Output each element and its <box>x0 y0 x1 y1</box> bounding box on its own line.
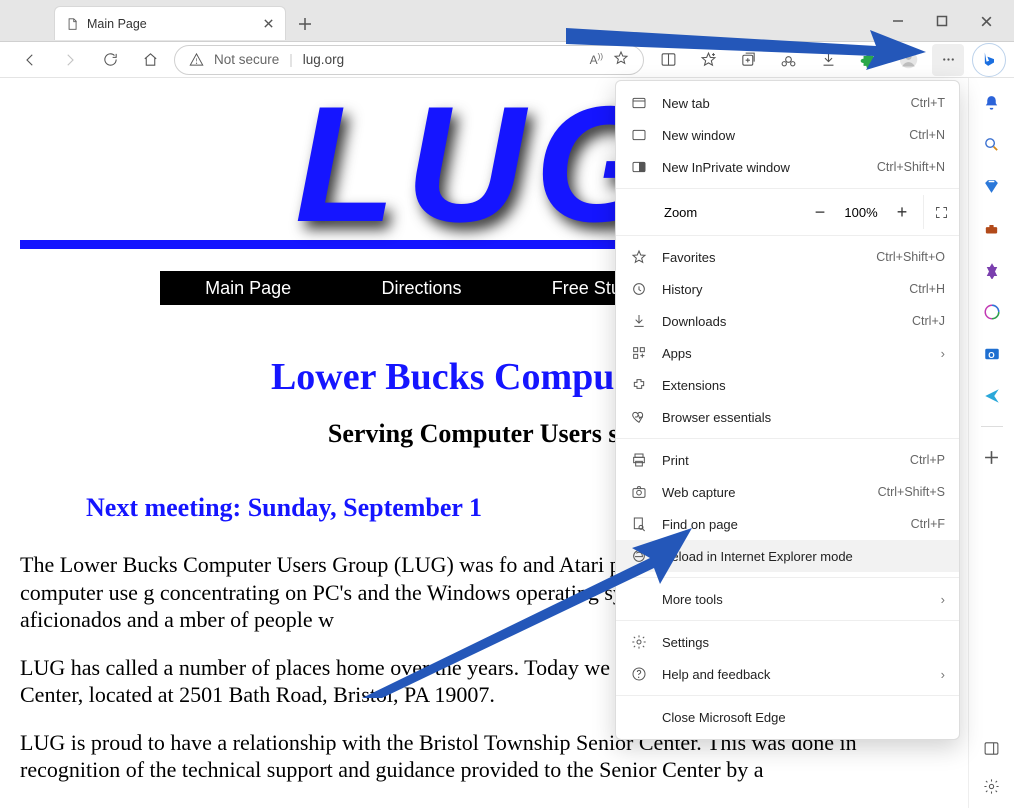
chevron-right-icon: › <box>941 592 945 607</box>
star-icon <box>630 248 648 266</box>
sidebar-item-send[interactable] <box>980 384 1004 408</box>
refresh-button[interactable] <box>94 44 126 76</box>
chevron-right-icon: › <box>941 667 945 682</box>
sidebar-item-shopping[interactable] <box>980 174 1004 198</box>
zoom-in-button[interactable]: + <box>885 195 919 229</box>
sidebar-item-office[interactable] <box>980 300 1004 324</box>
sidebar-item-tools[interactable] <box>980 216 1004 240</box>
new-tab-button[interactable] <box>292 11 318 37</box>
back-button[interactable] <box>14 44 46 76</box>
menu-close-edge[interactable]: Close Microsoft Edge <box>616 701 959 733</box>
history-icon <box>630 280 648 298</box>
menu-web-capture[interactable]: Web capture Ctrl+Shift+S <box>616 476 959 508</box>
more-menu-button[interactable] <box>932 44 964 76</box>
menu-new-window[interactable]: New window Ctrl+N <box>616 119 959 151</box>
menu-print[interactable]: Print Ctrl+P <box>616 444 959 476</box>
annotation-arrow-top <box>566 16 926 70</box>
annotation-arrow-bottom <box>362 528 692 698</box>
menu-zoom: Zoom − 100% + <box>616 194 959 230</box>
extensions-icon <box>630 376 648 394</box>
close-window-button[interactable] <box>964 6 1008 36</box>
new-window-icon <box>630 126 648 144</box>
inprivate-icon <box>630 158 648 176</box>
menu-history[interactable]: History Ctrl+H <box>616 273 959 305</box>
fullscreen-button[interactable] <box>923 195 959 229</box>
print-icon <box>630 451 648 469</box>
menu-new-tab[interactable]: New tab Ctrl+T <box>616 87 959 119</box>
zoom-out-button[interactable]: − <box>803 195 837 229</box>
sidebar-add-button[interactable] <box>980 445 1004 469</box>
menu-browser-essentials[interactable]: Browser essentials <box>616 401 959 433</box>
menu-extensions[interactable]: Extensions <box>616 369 959 401</box>
zoom-percent: 100% <box>837 205 885 220</box>
sidebar-item-search[interactable] <box>980 132 1004 156</box>
security-label: Not secure <box>214 52 279 67</box>
download-icon <box>630 312 648 330</box>
menu-apps[interactable]: Apps › <box>616 337 959 369</box>
new-tab-icon <box>630 94 648 112</box>
right-sidebar: O <box>968 78 1014 808</box>
sidebar-settings-icon[interactable] <box>980 774 1004 798</box>
maximize-button[interactable] <box>920 6 964 36</box>
sidebar-item-outlook[interactable]: O <box>980 342 1004 366</box>
heart-pulse-icon <box>630 408 648 426</box>
tab-close-button[interactable] <box>259 15 277 33</box>
warning-icon <box>189 52 204 67</box>
svg-text:O: O <box>988 351 995 360</box>
browser-tab[interactable]: Main Page <box>54 6 286 40</box>
camera-icon <box>630 483 648 501</box>
nav-main-page[interactable]: Main Page <box>205 278 291 299</box>
menu-downloads[interactable]: Downloads Ctrl+J <box>616 305 959 337</box>
home-button[interactable] <box>134 44 166 76</box>
bing-button[interactable] <box>972 43 1006 77</box>
menu-new-inprivate[interactable]: New InPrivate window Ctrl+Shift+N <box>616 151 959 183</box>
sidebar-item-games[interactable] <box>980 258 1004 282</box>
nav-directions[interactable]: Directions <box>381 278 461 299</box>
menu-favorites[interactable]: Favorites Ctrl+Shift+O <box>616 241 959 273</box>
sidebar-item-notifications[interactable] <box>980 90 1004 114</box>
apps-icon <box>630 344 648 362</box>
forward-button[interactable] <box>54 44 86 76</box>
chevron-right-icon: › <box>941 346 945 361</box>
tab-title: Main Page <box>87 17 251 31</box>
sidebar-collapse-icon[interactable] <box>980 736 1004 760</box>
page-icon <box>65 17 79 31</box>
url-text: lug.org <box>303 52 344 67</box>
